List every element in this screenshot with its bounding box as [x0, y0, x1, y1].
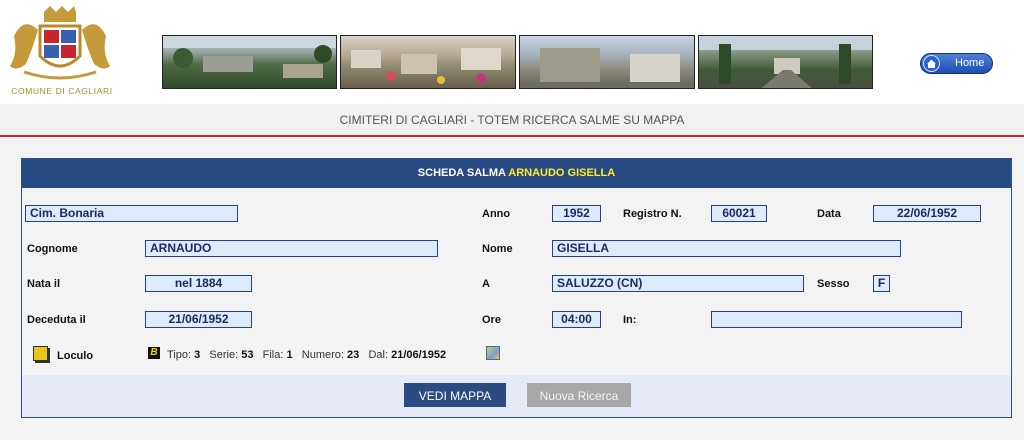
anno-label: Anno	[482, 208, 511, 220]
in-field	[711, 311, 962, 328]
burial-position-info: Tipo: 3 Serie: 53 Fila: 1 Numero: 23 Dal…	[167, 349, 446, 361]
anno-field: 1952	[552, 205, 601, 222]
card-title-prefix: SCHEDA SALMA	[417, 167, 506, 179]
home-icon	[923, 55, 940, 72]
header: COMUNE DI CAGLIARI Home	[0, 0, 1024, 104]
card-title-name: ARNAUDO GISELLA	[508, 167, 616, 179]
card-header: SCHEDA SALMA ARNAUDO GISELLA	[22, 159, 1011, 188]
deceduta-il-field: 21/06/1952	[145, 311, 252, 328]
a-label: A	[482, 278, 490, 290]
tombs-flowers-image	[351, 48, 501, 84]
subtitle-bar: CIMITERI DI CAGLIARI - TOTEM RICERCA SAL…	[0, 104, 1024, 137]
chapel-building-image	[520, 48, 694, 88]
data-label: Data	[817, 208, 841, 220]
coat-of-arms-logo: COMUNE DI CAGLIARI	[4, 6, 116, 98]
registro-field: 60021	[711, 205, 767, 222]
home-button[interactable]: Home	[920, 53, 993, 74]
registro-label: Registro N.	[623, 208, 682, 220]
ore-field: 04:00	[552, 311, 601, 328]
cemetery-field: Cim. Bonaria	[25, 205, 238, 222]
serie-label: Serie:	[209, 349, 239, 361]
action-bar: VEDI MAPPA Nuova Ricerca	[22, 375, 1011, 417]
dal-value: 21/06/1952	[391, 349, 447, 361]
coat-of-arms-icon	[10, 6, 110, 80]
cemetery-photo-1	[162, 35, 337, 89]
dal-label: Dal:	[368, 349, 389, 361]
data-field: 22/06/1952	[873, 205, 981, 222]
cemetery-avenue-image	[699, 36, 872, 88]
fila-label: Fila:	[262, 349, 284, 361]
cognome-field: ARNAUDO	[145, 240, 438, 257]
nata-il-field: nel 1884	[145, 275, 252, 292]
ore-label: Ore	[482, 314, 501, 326]
logo-text: COMUNE DI CAGLIARI	[11, 86, 113, 96]
sesso-label: Sesso	[817, 278, 850, 290]
tipo-value: 3	[194, 349, 201, 361]
loculo-label: Loculo	[57, 350, 94, 362]
nome-label: Nome	[482, 243, 513, 255]
numero-label: Numero:	[301, 349, 344, 361]
b-letter-icon: B	[148, 347, 160, 359]
deceduta-il-label: Deceduta il	[27, 314, 86, 326]
cognome-label: Cognome	[27, 243, 78, 255]
nome-field: GISELLA	[552, 240, 901, 257]
home-label: Home	[955, 57, 985, 69]
numero-value: 23	[347, 349, 360, 361]
tipo-label: Tipo:	[167, 349, 192, 361]
sesso-field: F	[873, 275, 890, 292]
page-title: CIMITERI DI CAGLIARI - TOTEM RICERCA SAL…	[339, 113, 685, 127]
cemetery-photo-2	[340, 35, 516, 89]
view-map-button[interactable]: VEDI MAPPA	[404, 383, 506, 407]
cemetery-photo-4	[698, 35, 873, 89]
nata-il-label: Nata il	[27, 278, 61, 290]
burial-record-card: SCHEDA SALMA ARNAUDO GISELLA Cim. Bonari…	[21, 158, 1012, 418]
loculo-square-icon	[33, 346, 48, 361]
serie-value: 53	[241, 349, 254, 361]
a-field: SALUZZO (CN)	[552, 275, 804, 292]
in-label: In:	[623, 314, 637, 326]
fila-value: 1	[286, 349, 293, 361]
new-search-button[interactable]: Nuova Ricerca	[527, 383, 631, 407]
cemetery-photo-3	[519, 35, 695, 89]
cemetery-landscape-image	[163, 36, 336, 78]
map-thumbnail-icon[interactable]	[486, 346, 500, 360]
